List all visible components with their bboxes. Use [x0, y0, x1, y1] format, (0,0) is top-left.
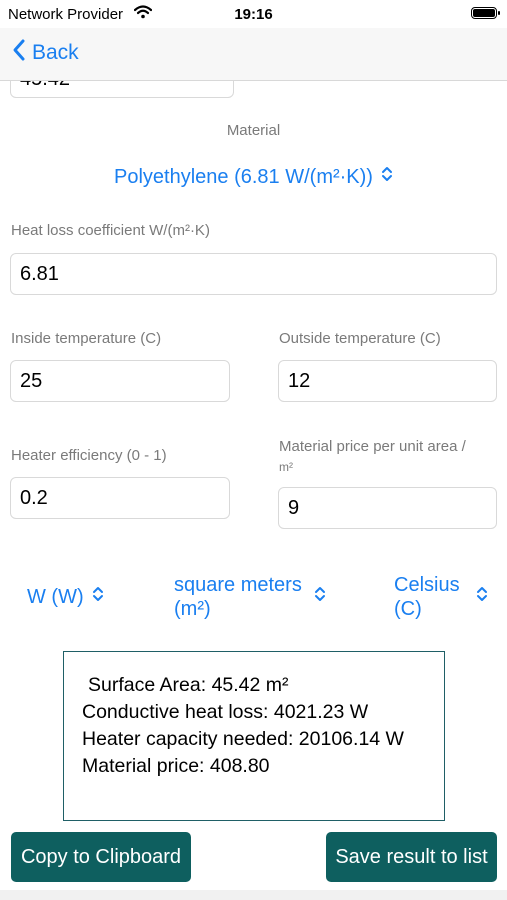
chevron-up-down-icon: [476, 585, 488, 609]
inside-temperature-field[interactable]: 25: [10, 360, 230, 402]
outside-temperature-field[interactable]: 12: [278, 360, 497, 402]
temperature-unit-line1: Celsius: [394, 574, 460, 596]
heat-loss-coefficient-field[interactable]: 6.81: [10, 253, 497, 295]
material-price-label: Material price per unit area / m²: [279, 437, 466, 477]
heater-efficiency-label: Heater efficiency (0 - 1): [11, 447, 167, 464]
area-unit-line2: (m²): [174, 598, 211, 620]
area-unit-line1: square meters: [174, 574, 302, 596]
area-unit-picker[interactable]: square meters (m²): [174, 573, 326, 621]
material-price-label-line2: m²: [279, 460, 293, 474]
navigation-bar: Back: [0, 28, 507, 81]
back-label: Back: [32, 41, 79, 64]
heat-loss-coefficient-value: 6.81: [20, 262, 59, 285]
material-label: Material: [226, 122, 281, 139]
heat-loss-coefficient-label: Heat loss coefficient W/(m²·K): [11, 222, 210, 239]
result-material-price: Material price: 408.80: [82, 755, 270, 777]
form-scroll-area[interactable]: 45.42 Material Polyethylene (6.81 W/(m²·…: [0, 0, 507, 900]
result-text-area[interactable]: Surface Area: 45.42 m² Conductive heat l…: [63, 651, 445, 821]
result-conductive-heat-loss: Conductive heat loss: 4021.23 W: [82, 701, 369, 723]
save-result-button[interactable]: Save result to list: [326, 832, 497, 882]
temperature-unit-picker[interactable]: Celsius (C): [394, 573, 488, 621]
outside-temperature-value: 12: [288, 369, 311, 392]
material-price-value: 9: [288, 496, 300, 519]
bottom-strip: [0, 890, 507, 900]
power-unit-picker[interactable]: W (W): [27, 585, 104, 609]
material-picker-value: Polyethylene (6.81 W/(m²·K)): [114, 165, 373, 188]
material-picker[interactable]: Polyethylene (6.81 W/(m²·K)): [0, 165, 507, 189]
result-heater-capacity: Heater capacity needed: 20106.14 W: [82, 728, 404, 750]
outside-temperature-label: Outside temperature (C): [279, 330, 441, 347]
result-surface-area: Surface Area: 45.42 m²: [88, 674, 289, 696]
material-price-field[interactable]: 9: [278, 487, 497, 529]
heater-efficiency-value: 0.2: [20, 486, 48, 509]
back-button[interactable]: Back: [12, 38, 79, 68]
copy-to-clipboard-button[interactable]: Copy to Clipboard: [11, 832, 191, 882]
material-price-label-line1: Material price per unit area /: [279, 438, 466, 455]
heater-efficiency-field[interactable]: 0.2: [10, 477, 230, 519]
chevron-left-icon: [12, 38, 26, 68]
inside-temperature-value: 25: [20, 369, 43, 392]
chevron-up-down-icon: [381, 165, 393, 189]
chevron-up-down-icon: [92, 585, 104, 609]
temperature-unit-line2: (C): [394, 598, 422, 620]
power-unit-value: W (W): [27, 585, 84, 608]
chevron-up-down-icon: [314, 585, 326, 609]
inside-temperature-label: Inside temperature (C): [11, 330, 162, 347]
